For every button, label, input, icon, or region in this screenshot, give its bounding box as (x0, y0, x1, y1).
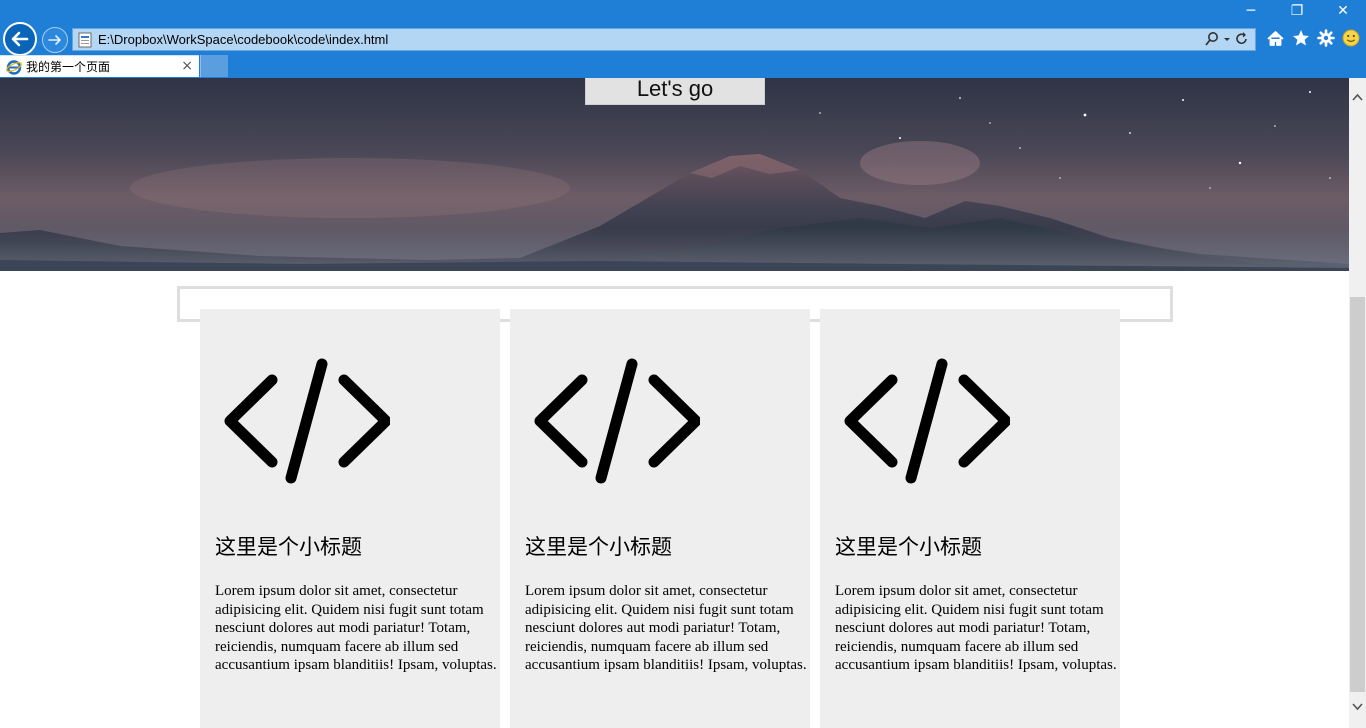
code-icon (224, 358, 390, 484)
address-bar[interactable]: E:\Dropbox\WorkSpace\codebook\code\index… (72, 28, 1256, 51)
forward-button[interactable] (42, 27, 68, 53)
new-tab-button[interactable] (200, 55, 228, 77)
chevron-up-icon (1352, 93, 1363, 101)
mountain-background-image (0, 91, 1349, 271)
toolbar-icons (1266, 28, 1360, 48)
card-text: Lorem ipsum dolor sit amet, consectetur … (525, 583, 807, 673)
smiley-icon (1342, 29, 1359, 47)
star-icon (1292, 30, 1309, 46)
card-text: Lorem ipsum dolor sit amet, consectetur … (835, 583, 1117, 673)
page-icon (78, 32, 92, 47)
tab-title: 我的第一个页面 (26, 60, 111, 74)
lets-go-button[interactable]: Let's go (585, 78, 765, 105)
feature-card: 这里是个小标题 Lorem ipsum dolor sit amet, cons… (820, 309, 1120, 728)
chevron-down-icon (1352, 703, 1363, 711)
home-icon (1267, 30, 1284, 46)
close-window-button[interactable]: ✕ (1320, 0, 1366, 22)
card-title: 这里是个小标题 (835, 535, 982, 559)
code-icon (844, 358, 1010, 484)
hero-banner: Let's go (0, 78, 1349, 271)
chevron-down-icon[interactable] (1223, 31, 1231, 47)
search-icon[interactable] (1205, 31, 1219, 47)
tab-close-button[interactable]: × (181, 58, 193, 74)
code-icon (534, 358, 700, 484)
tab-active[interactable]: 我的第一个页面 × (0, 55, 199, 77)
feature-card: 这里是个小标题 Lorem ipsum dolor sit amet, cons… (200, 309, 500, 728)
scroll-down-button[interactable] (1349, 700, 1366, 714)
favorites-button[interactable] (1291, 28, 1310, 48)
card-title: 这里是个小标题 (215, 535, 362, 559)
card-row: 这里是个小标题 Lorem ipsum dolor sit amet, cons… (200, 309, 1120, 728)
back-button[interactable] (3, 22, 37, 56)
arrow-left-icon (11, 31, 29, 47)
card-title: 这里是个小标题 (525, 535, 672, 559)
feedback-button[interactable] (1341, 28, 1360, 48)
window-controls: ─ ❐ ✕ (1228, 0, 1366, 22)
scrollbar-thumb[interactable] (1350, 297, 1365, 692)
scroll-up-button[interactable] (1349, 90, 1366, 104)
address-url: E:\Dropbox\WorkSpace\codebook\code\index… (98, 32, 389, 47)
tools-button[interactable] (1316, 28, 1335, 48)
home-button[interactable] (1266, 28, 1285, 48)
page-viewport: Let's go 这里是个小标题 Lorem ipsum dolor sit a… (0, 78, 1349, 728)
card-text: Lorem ipsum dolor sit amet, consectetur … (215, 583, 497, 673)
browser-chrome: ─ ❐ ✕ E:\Dropbox\WorkSpace\codebook\code… (0, 0, 1366, 78)
restore-button[interactable]: ❐ (1274, 0, 1320, 22)
feature-card: 这里是个小标题 Lorem ipsum dolor sit amet, cons… (510, 309, 810, 728)
address-tools (1205, 31, 1249, 47)
refresh-icon[interactable] (1235, 31, 1249, 47)
arrow-right-icon (48, 35, 61, 45)
ie-icon (6, 59, 22, 75)
gear-icon (1316, 29, 1335, 47)
vertical-scrollbar[interactable] (1349, 78, 1366, 728)
minimize-button[interactable]: ─ (1228, 0, 1274, 22)
